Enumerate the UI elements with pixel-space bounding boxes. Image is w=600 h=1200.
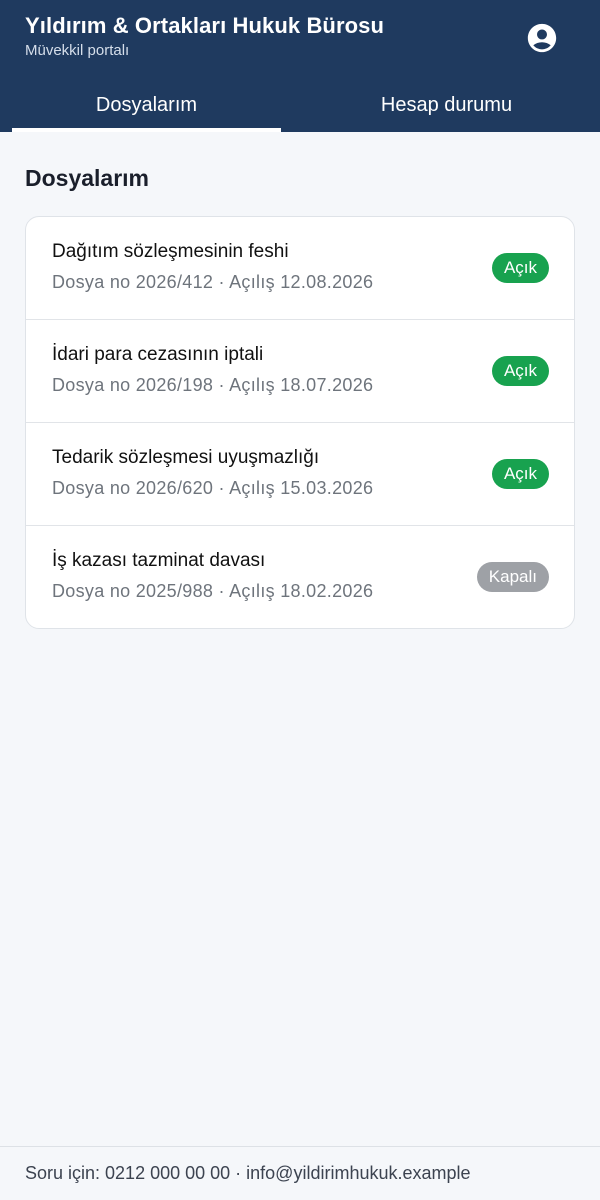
case-row[interactable]: Tedarik sözleşmesi uyuşmazlığı Dosya no … (26, 423, 574, 526)
status-badge: Açık (491, 253, 549, 283)
case-row[interactable]: İş kazası tazminat davası Dosya no 2025/… (26, 526, 574, 628)
firm-name: Yıldırım & Ortakları Hukuk Bürosu (25, 13, 385, 38)
status-badge: Açık (491, 459, 549, 489)
contact-info: Soru için: 0212 000 00 00 · info@yildiri… (25, 1163, 471, 1183)
case-meta: Dosya no 2025/988 · Açılış 18.02.2026 (52, 581, 374, 601)
case-title: İdari para cezasının iptali (52, 344, 264, 365)
tab-hesap-durumu[interactable]: Hesap durumu (293, 78, 600, 132)
case-list: Dağıtım sözleşmesinin feshi Dosya no 202… (25, 216, 575, 629)
tab-label: Hesap durumu (380, 93, 513, 116)
app-header: Yıldırım & Ortakları Hukuk Bürosu Müvekk… (0, 0, 600, 132)
account-circle-icon (527, 23, 557, 53)
case-row[interactable]: Dağıtım sözleşmesinin feshi Dosya no 202… (26, 217, 574, 320)
case-title: İş kazası tazminat davası (52, 550, 266, 571)
status-badge: Açık (491, 356, 549, 386)
case-meta: Dosya no 2026/412 · Açılış 12.08.2026 (52, 272, 374, 292)
case-meta: Dosya no 2026/198 · Açılış 18.07.2026 (52, 375, 374, 395)
page-title: Dosyalarım (25, 165, 150, 191)
tab-label: Dosyalarım (95, 93, 198, 116)
tab-dosyalarim[interactable]: Dosyalarım (0, 78, 293, 132)
profile-button[interactable] (525, 21, 559, 55)
footer: Soru için: 0212 000 00 00 · info@yildiri… (0, 1146, 600, 1200)
case-meta: Dosya no 2026/620 · Açılış 15.03.2026 (52, 478, 374, 498)
case-row[interactable]: İdari para cezasının iptali Dosya no 202… (26, 320, 574, 423)
tab-bar: Dosyalarım Hesap durumu (0, 78, 600, 132)
case-title: Dağıtım sözleşmesinin feshi (52, 241, 289, 262)
portal-subtitle: Müvekkil portalı (25, 42, 130, 59)
active-tab-indicator (12, 128, 281, 132)
case-title: Tedarik sözleşmesi uyuşmazlığı (52, 447, 320, 468)
brand: Yıldırım & Ortakları Hukuk Bürosu Müvekk… (25, 12, 384, 61)
status-badge: Kapalı (476, 562, 549, 592)
